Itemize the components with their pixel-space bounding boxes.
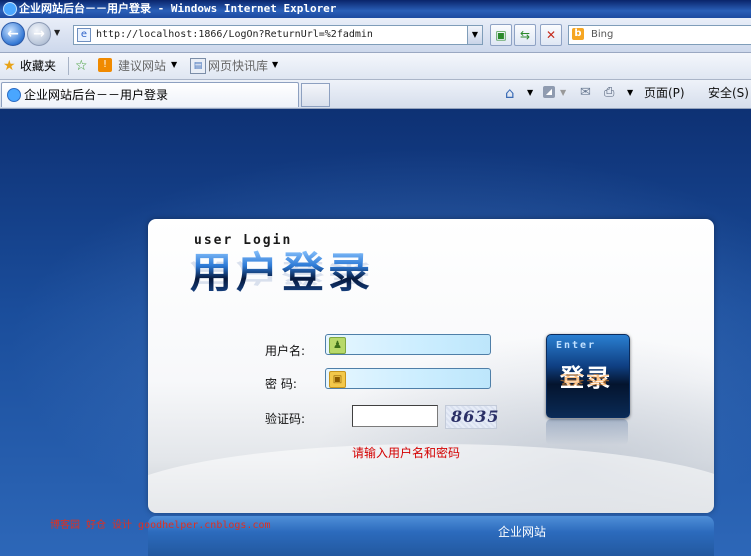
login-heading-en: user Login xyxy=(194,233,293,248)
captcha-label: 验证码: xyxy=(265,412,306,426)
search-box[interactable]: b Bing xyxy=(568,25,751,45)
chevron-down-icon[interactable]: ▼ xyxy=(272,60,278,69)
tab-login-page[interactable]: 企业网站后台－－用户登录 xyxy=(1,82,299,107)
home-icon[interactable]: ⌂ xyxy=(505,84,515,102)
window-title-bar: 企业网站后台－－用户登录 - Windows Internet Explorer xyxy=(0,0,751,18)
page-icon: e xyxy=(77,28,91,42)
chevron-down-icon[interactable]: ▼ xyxy=(627,88,633,97)
login-button-shadow xyxy=(546,419,628,445)
status-message: 请输入用户名和密码 xyxy=(352,446,461,460)
rss-feed-icon[interactable]: ◢ xyxy=(543,86,555,98)
address-url[interactable]: http://localhost:1866/LogOn?ReturnUrl=%2… xyxy=(96,27,373,43)
compatibility-view-button[interactable]: ▣ xyxy=(490,24,512,46)
address-bar[interactable]: e http://localhost:1866/LogOn?ReturnUrl=… xyxy=(73,25,483,45)
back-button[interactable]: ← xyxy=(1,22,25,46)
bing-logo-icon: b xyxy=(572,28,584,40)
login-heading-zh: 用户登录 xyxy=(190,248,375,297)
captcha-image[interactable]: 8635 xyxy=(445,405,500,429)
refresh-button[interactable]: ⇆ xyxy=(514,24,536,46)
login-button-en-label: Enter xyxy=(556,340,597,351)
navigation-bar: ← → ▼ e http://localhost:1866/LogOn?Retu… xyxy=(0,18,751,53)
recent-pages-dropdown[interactable]: ▼ xyxy=(54,28,64,38)
add-to-favorites-icon[interactable]: ☆ xyxy=(75,58,88,74)
search-placeholder: Bing xyxy=(591,29,614,40)
mail-icon[interactable]: ✉ xyxy=(580,85,591,100)
arrow-left-icon: ← xyxy=(7,26,19,42)
chevron-down-icon[interactable]: ▼ xyxy=(560,88,566,97)
chevron-down-icon[interactable]: ▼ xyxy=(171,60,177,69)
login-panel: user Login 用户登录 用户登录 用户名: ♟ 密 码: ▣ 验证码: … xyxy=(148,219,714,513)
arrow-right-icon: → xyxy=(33,26,45,42)
toolbar-divider xyxy=(68,57,69,75)
password-label: 密 码: xyxy=(265,377,297,391)
new-tab-button[interactable] xyxy=(301,83,330,107)
tab-row: 企业网站后台－－用户登录 ⌂ ▼ ◢ ▼ ✉ ⎙ ▼ 页面(P) 安全(S) xyxy=(0,80,751,109)
address-dropdown[interactable]: ▼ xyxy=(467,26,482,44)
printer-icon[interactable]: ⎙ xyxy=(604,85,614,100)
lock-icon: ▣ xyxy=(329,371,346,388)
window-title: 企业网站后台－－用户登录 - Windows Internet Explorer xyxy=(19,2,337,15)
ie-logo-icon xyxy=(3,2,17,16)
favorites-star-icon[interactable]: ★ xyxy=(3,58,16,74)
login-button[interactable]: Enter 登录 登录 xyxy=(546,334,630,418)
ie-page-icon xyxy=(7,88,21,102)
username-label: 用户名: xyxy=(265,344,306,358)
suggested-sites-icon: ! xyxy=(98,58,112,72)
user-icon: ♟ xyxy=(329,337,346,354)
compatibility-icon: ▣ xyxy=(495,28,507,42)
designer-credit: 博客园 好仓 设计 goodhelper.cnblogs.com xyxy=(50,520,271,531)
stop-button[interactable]: ✕ xyxy=(540,24,562,46)
captcha-text: 8635 xyxy=(451,407,500,426)
page-menu-button[interactable]: 页面(P) xyxy=(644,86,685,100)
tab-title: 企业网站后台－－用户登录 xyxy=(24,88,169,102)
favorites-bar: ★ 收藏夹 ☆ ! 建议网站 ▼ ▤ 网页快讯库 ▼ xyxy=(0,53,751,80)
footer-site-name: 企业网站 xyxy=(498,525,547,539)
page-content: user Login 用户登录 用户登录 用户名: ♟ 密 码: ▣ 验证码: … xyxy=(0,109,751,556)
login-button-reflection: 登录 xyxy=(560,372,612,387)
password-input[interactable]: ▣ xyxy=(325,368,491,389)
captcha-input[interactable] xyxy=(352,405,438,427)
forward-button[interactable]: → xyxy=(27,22,51,46)
favorites-button[interactable]: 收藏夹 xyxy=(20,59,56,73)
suggested-sites-link[interactable]: 建议网站 xyxy=(118,59,166,73)
safety-menu-button[interactable]: 安全(S) xyxy=(708,86,749,100)
chevron-down-icon[interactable]: ▼ xyxy=(527,88,533,97)
close-icon: ✕ xyxy=(545,28,557,42)
web-slice-icon: ▤ xyxy=(190,58,206,74)
refresh-icon: ⇆ xyxy=(519,28,531,42)
web-slice-gallery-link[interactable]: 网页快讯库 xyxy=(208,59,268,73)
username-input[interactable]: ♟ xyxy=(325,334,491,355)
